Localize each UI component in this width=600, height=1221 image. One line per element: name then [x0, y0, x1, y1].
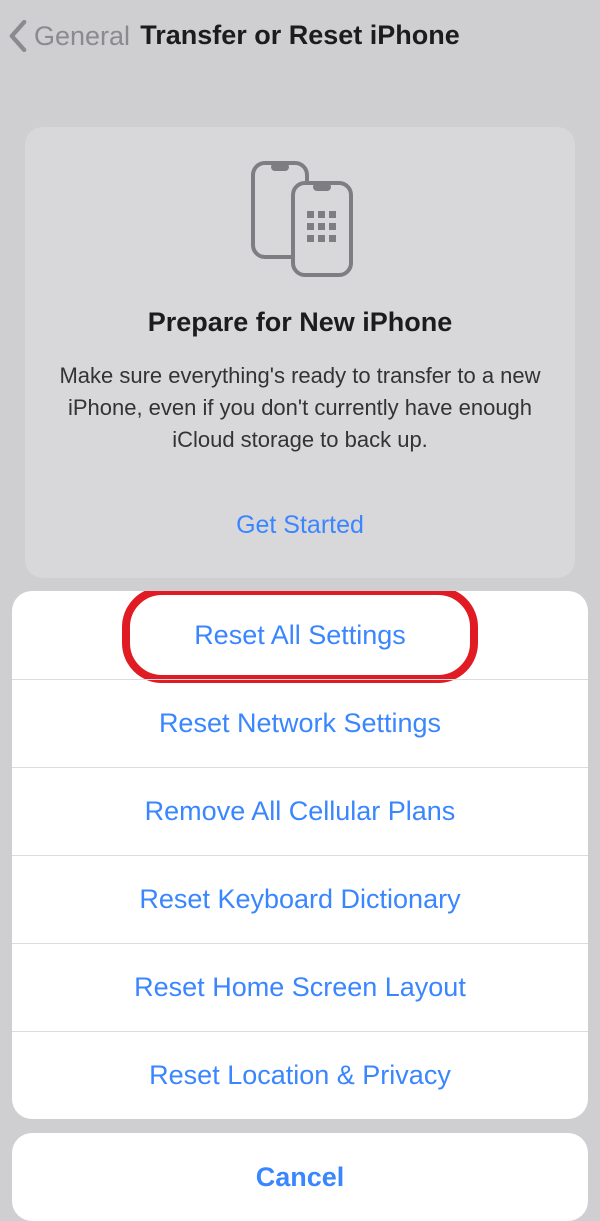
two-phones-icon [55, 157, 545, 277]
back-label: General [34, 21, 130, 52]
reset-location-privacy-option[interactable]: Reset Location & Privacy [12, 1031, 588, 1119]
get-started-button[interactable]: Get Started [55, 511, 545, 540]
reset-home-screen-layout-option[interactable]: Reset Home Screen Layout [12, 943, 588, 1031]
cancel-label: Cancel [256, 1162, 345, 1193]
back-button[interactable]: General [8, 19, 130, 53]
option-label: Reset All Settings [194, 620, 406, 651]
reset-all-settings-option[interactable]: Reset All Settings [12, 591, 588, 679]
reset-options-group: Reset All Settings Reset Network Setting… [12, 591, 588, 1119]
cancel-group: Cancel [12, 1133, 588, 1221]
reset-keyboard-dictionary-option[interactable]: Reset Keyboard Dictionary [12, 855, 588, 943]
card-body: Make sure everything's ready to transfer… [55, 360, 545, 456]
option-label: Reset Home Screen Layout [134, 972, 466, 1003]
option-label: Remove All Cellular Plans [145, 796, 456, 827]
reset-action-sheet: Reset All Settings Reset Network Setting… [12, 591, 588, 1221]
reset-network-settings-option[interactable]: Reset Network Settings [12, 679, 588, 767]
remove-cellular-plans-option[interactable]: Remove All Cellular Plans [12, 767, 588, 855]
option-label: Reset Network Settings [159, 708, 441, 739]
chevron-left-icon [8, 19, 28, 53]
card-heading: Prepare for New iPhone [55, 307, 545, 338]
prepare-card: Prepare for New iPhone Make sure everyth… [25, 127, 575, 578]
nav-bar: General Transfer or Reset iPhone [0, 0, 600, 72]
option-label: Reset Keyboard Dictionary [139, 884, 460, 915]
option-label: Reset Location & Privacy [149, 1060, 451, 1091]
cancel-button[interactable]: Cancel [12, 1133, 588, 1221]
